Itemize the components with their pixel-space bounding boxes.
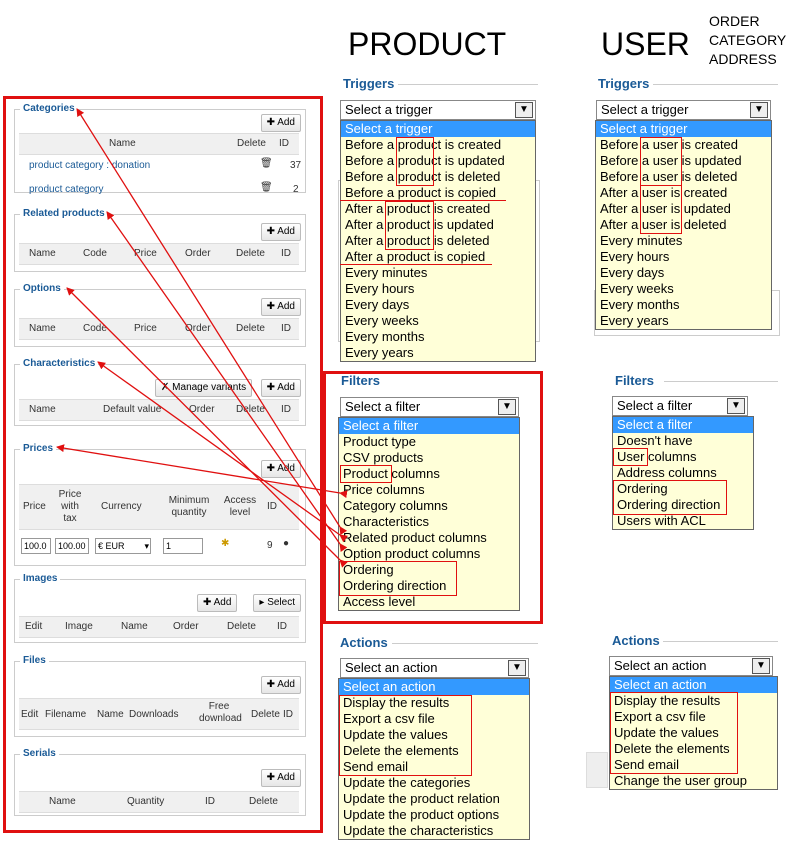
arrow-characteristics (97, 361, 349, 543)
arrow-related-columns (106, 211, 348, 553)
annotation-arrows (56, 108, 349, 568)
arrow-category-columns (76, 108, 348, 536)
page: PRODUCT USER ORDER CATEGORY ADDRESS Cate… (0, 0, 800, 858)
arrow-price-columns (56, 444, 348, 499)
arrow-option-columns (66, 287, 348, 568)
